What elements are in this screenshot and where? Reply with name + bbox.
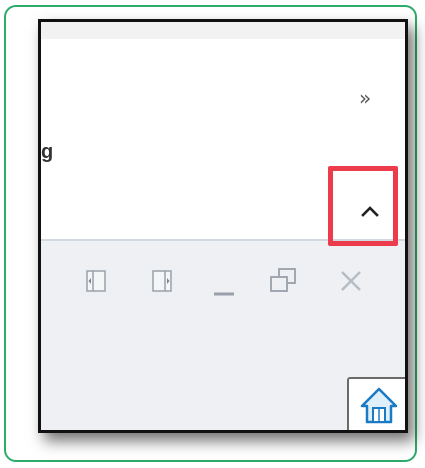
dock-right-button[interactable] [150, 268, 174, 294]
highlight-box [328, 166, 398, 246]
truncated-ribbon-label: g [41, 141, 54, 163]
restore-icon [270, 268, 296, 292]
title-strip [41, 22, 405, 40]
close-icon [341, 271, 361, 291]
home-icon [360, 387, 398, 424]
close-button[interactable] [336, 266, 366, 296]
overflow-more-button[interactable]: » [359, 88, 371, 108]
dock-left-icon [86, 270, 106, 292]
screenshot-panel: » g [38, 19, 408, 433]
minimize-button[interactable] [211, 280, 237, 302]
dock-left-button[interactable] [84, 268, 108, 294]
restore-button[interactable] [267, 264, 299, 298]
home-button[interactable] [347, 377, 405, 430]
minimize-icon [214, 292, 234, 296]
dock-right-icon [152, 270, 172, 292]
